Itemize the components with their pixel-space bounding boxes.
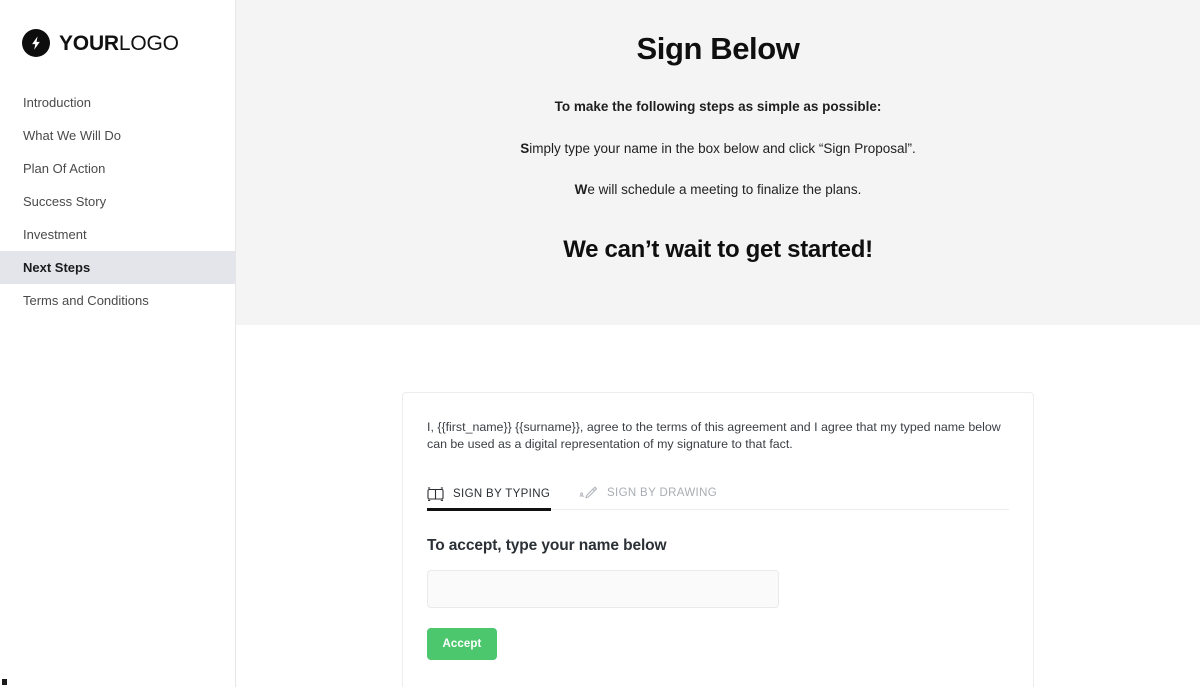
- hero-line-2-rest: imply type your name in the box below an…: [529, 140, 916, 156]
- sidebar-item-success-story[interactable]: Success Story: [0, 185, 235, 218]
- page-title: Sign Below: [636, 31, 800, 66]
- sidebar-item-label: Success Story: [23, 194, 107, 209]
- hero-line-3-lead: W: [574, 182, 588, 198]
- signature-method-tabs: SIGN BY TYPING SIGN BY DRAWING: [427, 477, 1009, 512]
- sidebar-item-investment[interactable]: Investment: [0, 218, 235, 251]
- signature-card: I, {{first_name}} {{surname}}, agree to …: [402, 392, 1034, 687]
- keyboard-icon: [427, 487, 444, 501]
- logo[interactable]: YOURLOGO: [0, 0, 235, 60]
- accept-heading: To accept, type your name below: [427, 537, 667, 555]
- sidebar-nav: Introduction What We Will Do Plan Of Act…: [0, 86, 235, 317]
- pen-signature-icon: [579, 486, 598, 500]
- sidebar-item-label: Terms and Conditions: [23, 293, 149, 308]
- sidebar-item-label: Plan Of Action: [23, 161, 106, 176]
- sidebar-item-next-steps[interactable]: Next Steps: [0, 251, 235, 284]
- consent-text: I, {{first_name}} {{surname}}, agree to …: [427, 420, 1001, 451]
- hero-line-2: Simply type your name in the box below a…: [236, 139, 1200, 159]
- logo-text-bold: YOUR: [59, 31, 119, 55]
- tab-sign-by-typing[interactable]: SIGN BY TYPING: [427, 479, 551, 512]
- sidebar-item-label: Introduction: [23, 95, 91, 110]
- sidebar-item-label: Next Steps: [23, 260, 91, 275]
- main-content: Sign Below To make the following steps a…: [236, 0, 1200, 687]
- hero-line-3-rest: e will schedule a meeting to finalize th…: [587, 182, 862, 198]
- hero-section: Sign Below To make the following steps a…: [236, 0, 1200, 325]
- tab-label: SIGN BY TYPING: [453, 487, 551, 500]
- tab-sign-by-drawing[interactable]: SIGN BY DRAWING: [579, 477, 727, 509]
- corner-artifact: [2, 679, 7, 685]
- sidebar-item-label: Investment: [23, 227, 87, 242]
- sidebar-item-introduction[interactable]: Introduction: [0, 86, 235, 119]
- signature-card-wrapper: I, {{first_name}} {{surname}}, agree to …: [236, 325, 1200, 687]
- hero-line-1: To make the following steps as simple as…: [554, 99, 882, 115]
- accept-button[interactable]: Accept: [427, 628, 497, 661]
- tab-label: SIGN BY DRAWING: [607, 487, 718, 500]
- sidebar-item-label: What We Will Do: [23, 128, 121, 143]
- hero-closing-heading: We can’t wait to get started!: [563, 235, 873, 263]
- sidebar: YOURLOGO Introduction What We Will Do Pl…: [0, 0, 236, 687]
- name-input[interactable]: [427, 570, 779, 609]
- lightning-bolt-icon: [22, 29, 50, 57]
- logo-text: YOURLOGO: [59, 33, 179, 54]
- sidebar-item-plan-of-action[interactable]: Plan Of Action: [0, 152, 235, 185]
- hero-line-2-lead: S: [520, 140, 530, 156]
- app-root: YOURLOGO Introduction What We Will Do Pl…: [0, 0, 1200, 687]
- logo-text-light: LOGO: [118, 31, 179, 55]
- hero-line-3: We will schedule a meeting to finalize t…: [236, 180, 1200, 200]
- sidebar-item-terms-and-conditions[interactable]: Terms and Conditions: [0, 284, 235, 317]
- sidebar-item-what-we-will-do[interactable]: What We Will Do: [0, 119, 235, 152]
